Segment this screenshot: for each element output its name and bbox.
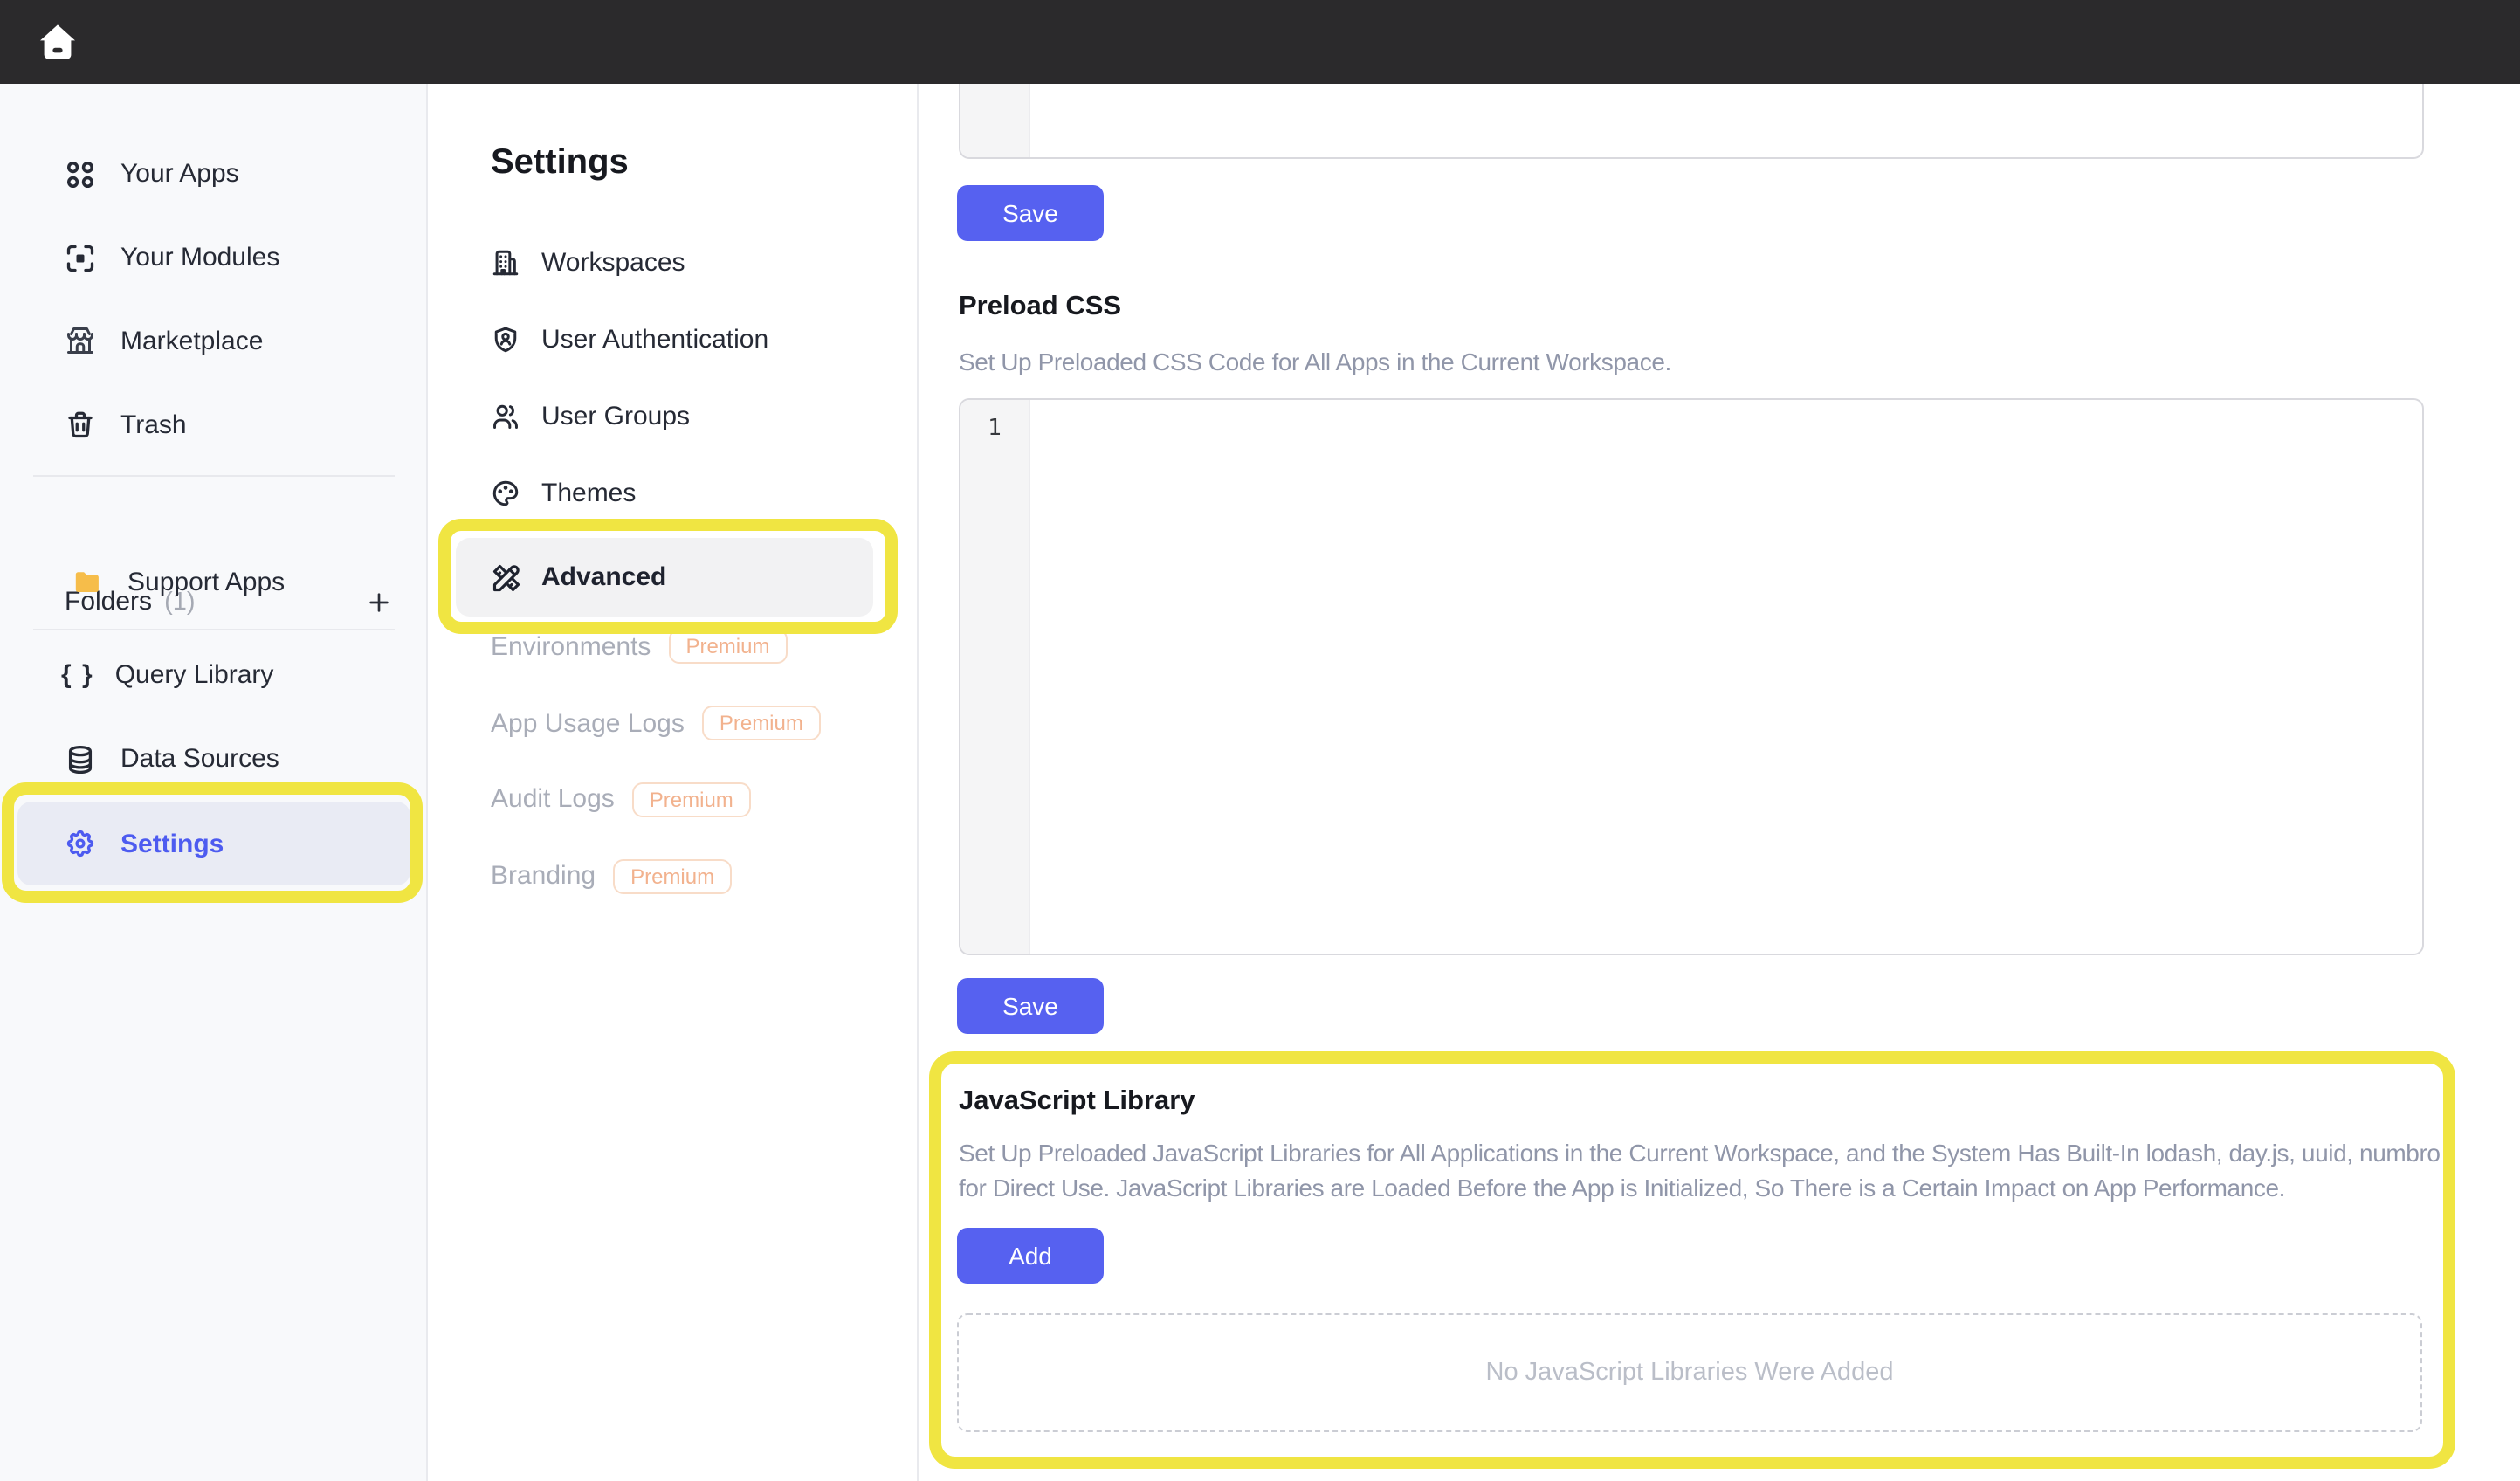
css-code-input[interactable] [1030,400,2422,954]
users-icon [491,402,520,431]
save-button-preload-css[interactable]: Save [957,978,1104,1034]
preload-css-title: Preload CSS [959,292,1121,323]
add-button-label: Add [1009,1242,1052,1270]
modules-icon [65,242,96,273]
code-editor-partial [959,84,2424,159]
nav-item-workspaces[interactable]: Workspaces [491,232,685,292]
settings-nav-panel: Settings Workspaces [428,84,919,1481]
editor-gutter [960,84,1030,157]
add-library-button[interactable]: Add [957,1228,1104,1284]
home-icon [37,21,79,63]
nav-item-label: Themes [541,479,636,508]
main-content: Save Preload CSS Set Up Preloaded CSS Co… [919,84,2520,1481]
nav-item-branding[interactable]: Branding Premium [491,846,732,906]
sidebar-item-settings[interactable]: Settings [17,802,410,885]
nav-item-environments[interactable]: Environments Premium [491,617,787,676]
sidebar: Your Apps Your Modules Ma [0,84,428,1481]
sidebar-item-label: Support Apps [127,567,285,596]
js-library-empty-state: No JavaScript Libraries Were Added [957,1313,2422,1432]
preload-css-description: Set Up Preloaded CSS Code for All Apps i… [959,346,2454,380]
apps-icon [65,158,96,189]
sidebar-item-label: Data Sources [120,744,279,774]
save-button-top[interactable]: Save [957,185,1104,241]
sidebar-item-support-apps[interactable]: Support Apps [0,552,428,611]
sidebar-item-label: Settings [120,829,224,858]
shield-user-icon [491,324,520,354]
nav-item-label: App Usage Logs [491,708,685,738]
sidebar-divider [33,474,395,476]
sidebar-item-label: Your Apps [120,159,239,189]
nav-item-audit-logs[interactable]: Audit Logs Premium [491,769,751,829]
save-button-label: Save [1002,199,1058,227]
nav-item-user-groups[interactable]: User Groups [491,387,690,446]
app-window: Your Apps Your Modules Ma [0,0,2520,1481]
sidebar-item-your-modules[interactable]: Your Modules [0,228,428,287]
gear-icon [65,828,96,859]
braces-icon: { } [61,660,94,690]
sidebar-item-your-apps[interactable]: Your Apps [0,144,428,203]
nav-item-label: Workspaces [541,247,685,277]
nav-item-label: Advanced [541,562,666,592]
nav-item-themes[interactable]: Themes [491,464,636,523]
nav-item-user-authentication[interactable]: User Authentication [491,309,768,369]
tools-icon [491,561,522,593]
nav-item-app-usage-logs[interactable]: App Usage Logs Premium [491,693,821,753]
sidebar-item-label: Marketplace [120,326,263,355]
premium-badge: Premium [613,858,732,893]
sidebar-item-data-sources[interactable]: Data Sources [0,729,428,789]
marketplace-icon [65,325,96,356]
sidebar-item-query-library[interactable]: { } Query Library [0,645,428,705]
sidebar-item-marketplace[interactable]: Marketplace [0,311,428,370]
nav-item-label: User Authentication [541,324,768,354]
palette-icon [491,479,520,508]
premium-badge: Premium [668,629,787,664]
database-icon [65,743,96,775]
nav-item-label: Branding [491,861,596,891]
js-library-description: Set Up Preloaded JavaScript Libraries fo… [959,1137,2454,1205]
code-editor-input[interactable] [1030,84,2422,157]
empty-state-text: No JavaScript Libraries Were Added [1486,1359,1894,1387]
nav-item-label: User Groups [541,402,690,431]
premium-badge: Premium [702,706,821,740]
editor-gutter: 1 [960,400,1030,954]
nav-item-label: Audit Logs [491,784,615,814]
nav-item-label: Environments [491,631,651,661]
home-button[interactable] [37,21,79,63]
sidebar-item-label: Trash [120,410,187,439]
editor-line-number: 1 [988,416,1002,442]
save-button-label: Save [1002,992,1058,1020]
building-icon [491,247,520,277]
sidebar-item-trash[interactable]: Trash [0,395,428,454]
preload-css-editor: 1 [959,398,2424,955]
nav-item-advanced[interactable]: Advanced [456,538,873,617]
trash-icon [65,409,96,440]
folder-icon [72,566,103,597]
top-bar [0,0,2520,84]
js-library-title: JavaScript Library [959,1086,1195,1118]
sidebar-item-label: Your Modules [120,243,279,272]
page-title: Settings [491,143,629,183]
premium-badge: Premium [632,782,751,816]
sidebar-item-label: Query Library [115,660,274,690]
sidebar-divider [33,628,395,630]
